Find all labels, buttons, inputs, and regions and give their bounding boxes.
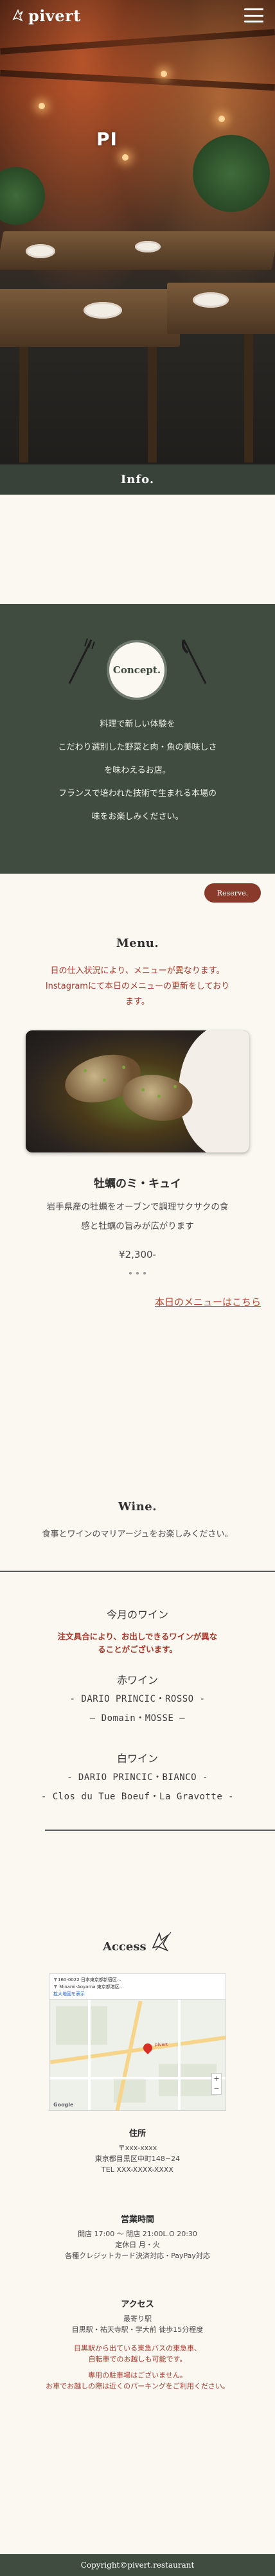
fork-icon bbox=[68, 638, 95, 684]
bird-logo-icon bbox=[12, 9, 23, 22]
copyright: Copyright©pivert.restaurant bbox=[80, 2561, 195, 2570]
white-wine-item: - DARIO PRINCIC・BIANCO - bbox=[67, 1772, 208, 1783]
white-wine-label: 白ワイン bbox=[116, 1752, 158, 1765]
menu-note: 日の仕入状況により、メニューが異なります。 Instagramにて本日のメニュー… bbox=[45, 966, 230, 1007]
dish-name: 牡蠣のミ・キュイ bbox=[94, 1178, 181, 1190]
directions-block: アクセス 最寄り駅 目黒駅・祐天寺駅・学大前 徒歩15分程度 目黒駅から出ている… bbox=[46, 2300, 229, 2390]
red-wine-label: 赤ワイン bbox=[116, 1674, 158, 1686]
map-info-card: 〒160-0022 日本東京都新宿区... 〒 Minami-Aoyama 東京… bbox=[49, 1974, 226, 2000]
map-pin-label: pivert bbox=[155, 2042, 168, 2047]
concept-text: 料理で新しい体験を こだわり選別した野菜と肉・魚の美味しさ を味わえるお店。 フ… bbox=[58, 719, 217, 822]
hamburger-icon[interactable] bbox=[244, 8, 263, 22]
hours-block: 営業時間 開店 17:00 〜 閉店 21:00L.O 20:30 定休日 月・… bbox=[65, 2215, 210, 2260]
menu-title: Menu. bbox=[116, 937, 159, 950]
dot[interactable] bbox=[143, 1272, 146, 1275]
page: PI pivert Info. Concept. 料理で新しい体験を こだわり選… bbox=[0, 0, 275, 2576]
wine-box-title: 今月のワイン bbox=[106, 1609, 168, 1621]
knife-icon bbox=[181, 639, 207, 684]
divider bbox=[0, 1571, 275, 1572]
red-wine-item: – Domain・MOSSE – bbox=[89, 1713, 186, 1724]
pagination-dots bbox=[0, 1272, 275, 1275]
dish-price: ¥2,300- bbox=[119, 1249, 156, 1260]
hero-image: PI bbox=[0, 0, 275, 495]
hero-sign: PI bbox=[96, 128, 118, 150]
dot[interactable] bbox=[129, 1272, 132, 1275]
bird-icon bbox=[152, 1932, 172, 1952]
white-wine-item: - Clos du Tue Boeuf・La Gravotte - bbox=[40, 1792, 235, 1802]
map-pin-icon[interactable] bbox=[141, 2042, 154, 2054]
red-wine-item: - DARIO PRINCIC・ROSSO - bbox=[69, 1694, 206, 1704]
wine-title: Wine. bbox=[118, 1500, 157, 1513]
site-footer: Copyright©pivert.restaurant bbox=[0, 2554, 275, 2576]
google-logo: Google bbox=[53, 2102, 74, 2108]
address-block: 住所 〒xxx-xxxx 東京都目黒区中町148−24 TEL XXX-XXXX… bbox=[94, 2129, 181, 2174]
wine-subtitle: 食事とワインのマリアージュをお楽しみください。 bbox=[42, 1530, 233, 1539]
brand-logo[interactable]: pivert bbox=[12, 6, 81, 25]
dish-description: 岩手県産の牡蠣をオーブンで調理サクサクの食 感と牡蠣の旨みが広がります bbox=[46, 1202, 229, 1231]
access-title: Access bbox=[103, 1940, 146, 1954]
dish-image bbox=[26, 1030, 249, 1152]
dot[interactable] bbox=[136, 1272, 139, 1275]
google-map[interactable]: 〒160-0022 日本東京都新宿区... 〒 Minami-Aoyama 東京… bbox=[49, 1973, 226, 2111]
site-header: pivert bbox=[0, 0, 275, 31]
brand-name: pivert bbox=[28, 6, 81, 25]
reserve-button[interactable]: Reserve. bbox=[204, 883, 261, 903]
wine-note: 注文具合により、お出しできるワインが異な ることがございます。 bbox=[57, 1632, 218, 1654]
today-menu-link[interactable]: 本日のメニューはこちら bbox=[148, 1295, 261, 1309]
concept-badge: Concept. bbox=[109, 642, 164, 698]
info-label: Info. bbox=[120, 473, 155, 486]
info-bar: Info. bbox=[0, 464, 275, 495]
map-zoom-control[interactable]: + − bbox=[211, 2073, 222, 2095]
map-enlarge-link[interactable]: 拡大地図を表示 bbox=[53, 1991, 222, 1997]
concept-section: Concept. 料理で新しい体験を こだわり選別した野菜と肉・魚の美味しさ を… bbox=[0, 604, 275, 874]
divider bbox=[45, 1830, 275, 1831]
